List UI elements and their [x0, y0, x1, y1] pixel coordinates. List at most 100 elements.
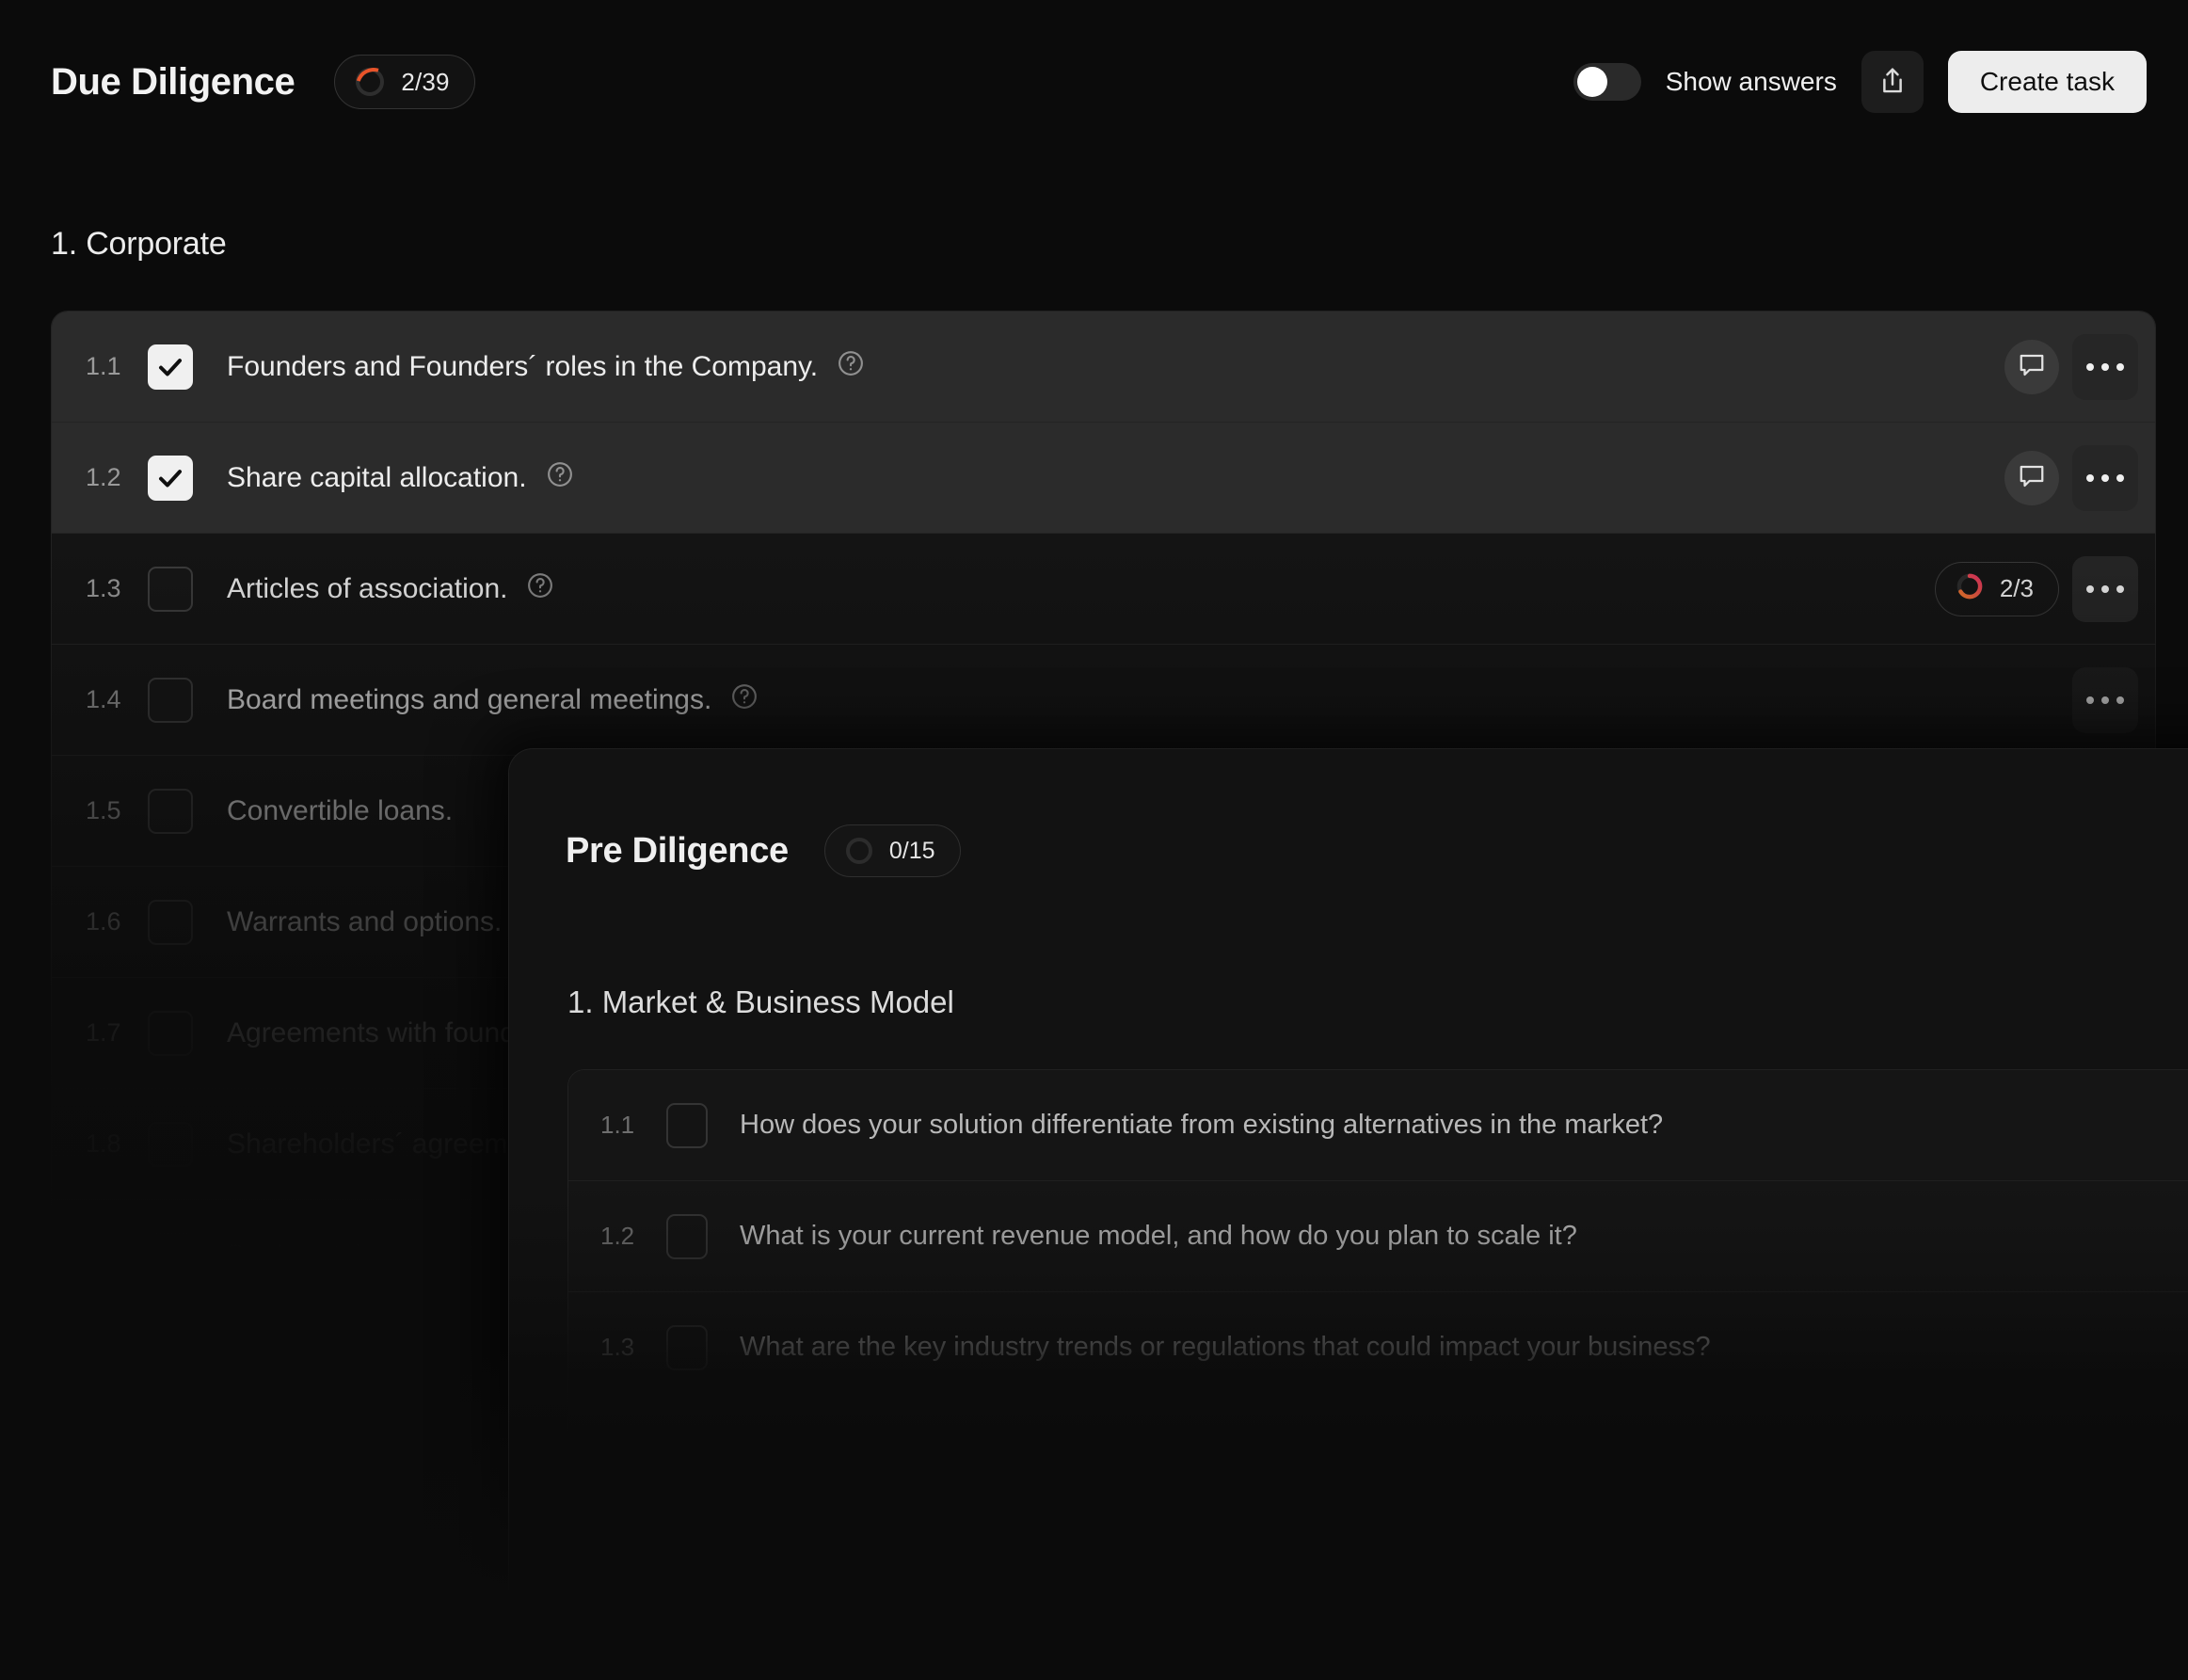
table-row[interactable]: 1.4 Can you provide an overview of your …: [568, 1403, 2188, 1514]
row-number: 1.1: [86, 352, 148, 381]
section-title-corporate: 1. Corporate: [51, 226, 227, 263]
app-root: Due Diligence 2/39 Show answers Create t: [0, 0, 2188, 1680]
row-number: 1.5: [86, 796, 148, 825]
help-circle-icon[interactable]: [526, 571, 554, 607]
row-label: Can you provide an overview of your targ…: [740, 1443, 1676, 1474]
row-checkbox[interactable]: [666, 1325, 708, 1370]
row-number: 1.9: [86, 1241, 148, 1271]
table-row[interactable]: 1.2 What is your current revenue model, …: [568, 1181, 2188, 1292]
section-title-ip-rights: 2. IP Rights: [51, 1416, 214, 1453]
comment-bubble-icon: [2018, 463, 2046, 492]
table-row[interactable]: 1.3 What are the key industry trends or …: [568, 1292, 2188, 1403]
progress-ring-empty-icon: [846, 838, 872, 864]
row-label: Board meetings and general meetings.: [227, 684, 711, 716]
dot: [2116, 363, 2124, 371]
table-row[interactable]: 1.3 Articles of association.: [52, 534, 2155, 645]
row-number: 1.7: [86, 1018, 148, 1048]
dot: [2101, 363, 2109, 371]
table-row[interactable]: 1.1 Founders and Founders´ roles in the …: [52, 312, 2155, 423]
row-more-button[interactable]: [2072, 667, 2138, 733]
comment-button[interactable]: [2004, 451, 2059, 505]
table-row[interactable]: 1.4 Board meetings and general meetings.: [52, 645, 2155, 756]
row-label: What are the key industry trends or regu…: [740, 1332, 1711, 1363]
row-label-wrap: Articles of association.: [227, 571, 554, 607]
row-number: 1.4: [86, 685, 148, 714]
share-icon: [1878, 66, 1907, 99]
page-header: Due Diligence 2/39 Show answers Create t: [51, 45, 2147, 119]
pre-diligence-checklist: 1.1 How does your solution differentiate…: [567, 1069, 2188, 1515]
row-checkbox[interactable]: [148, 456, 193, 501]
row-label-wrap: Bankruptcies and other.: [227, 1240, 523, 1272]
row-label: What is your current revenue model, and …: [740, 1221, 1577, 1252]
help-circle-icon[interactable]: [837, 349, 865, 385]
row-label: Bankruptcies and other.: [227, 1240, 523, 1272]
header-controls: Show answers Create task: [1573, 51, 2147, 113]
page-title: Due Diligence: [51, 61, 295, 104]
progress-ring-icon: [356, 68, 384, 96]
row-number: 1.4: [600, 1444, 666, 1473]
progress-count: 2/39: [401, 68, 449, 97]
row-checkbox[interactable]: [148, 678, 193, 723]
table-row[interactable]: 1.1 How does your solution differentiate…: [568, 1070, 2188, 1181]
row-actions: [2004, 445, 2155, 511]
progress-badge: 2/39: [334, 55, 474, 109]
subtask-progress-ring-icon: [1955, 571, 1985, 606]
pre-diligence-panel: Pre Diligence 0/15 1. Market & Business …: [508, 748, 2188, 1680]
create-task-button[interactable]: Create task: [1948, 51, 2147, 113]
row-checkbox[interactable]: [666, 1436, 708, 1481]
row-more-button[interactable]: [2072, 445, 2138, 511]
pre-diligence-progress-badge: 0/15: [824, 824, 961, 877]
row-checkbox[interactable]: [148, 344, 193, 390]
row-number: 1.3: [86, 574, 148, 603]
row-more-button[interactable]: [2072, 334, 2138, 400]
pre-diligence-section-title: 1. Market & Business Model: [567, 984, 954, 1020]
row-number: 1.2: [86, 463, 148, 492]
help-circle-icon[interactable]: [546, 460, 574, 496]
row-actions: 2/3: [1935, 556, 2155, 622]
dot: [2086, 696, 2094, 704]
row-checkbox[interactable]: [148, 900, 193, 945]
row-more-button[interactable]: [2072, 556, 2138, 622]
toggle-knob: [1577, 67, 1607, 97]
row-label-wrap: Shareholders´ agreement.: [227, 1128, 555, 1160]
subtask-progress-badge[interactable]: 2/3: [1935, 562, 2059, 616]
comment-button[interactable]: [2004, 340, 2059, 394]
row-label: Warrants and options.: [227, 906, 502, 938]
comment-bubble-icon: [2018, 352, 2046, 381]
row-label: Founders and Founders´ roles in the Comp…: [227, 351, 818, 383]
dot: [2101, 696, 2109, 704]
dot: [2101, 474, 2109, 482]
row-checkbox[interactable]: [666, 1103, 708, 1148]
row-number: 1.3: [600, 1333, 666, 1362]
row-label: Shareholders´ agreement.: [227, 1128, 555, 1160]
pre-diligence-header: Pre Diligence 0/15: [566, 824, 961, 877]
dot: [2086, 363, 2094, 371]
share-button[interactable]: [1861, 51, 1924, 113]
help-circle-icon[interactable]: [730, 682, 759, 718]
dot: [2101, 585, 2109, 593]
row-number: 1.6: [86, 907, 148, 936]
pre-diligence-title: Pre Diligence: [566, 831, 789, 872]
row-checkbox[interactable]: [148, 567, 193, 612]
row-label: Convertible loans.: [227, 795, 453, 827]
row-label: Share capital allocation.: [227, 462, 527, 494]
row-label-wrap: Warrants and options.: [227, 906, 502, 938]
row-checkbox[interactable]: [148, 1011, 193, 1056]
row-label-wrap: Share capital allocation.: [227, 460, 574, 496]
row-checkbox[interactable]: [148, 789, 193, 834]
show-answers-toggle[interactable]: [1573, 63, 1641, 101]
dot: [2116, 696, 2124, 704]
row-checkbox[interactable]: [666, 1214, 708, 1259]
row-label-wrap: Founders and Founders´ roles in the Comp…: [227, 349, 865, 385]
dot: [2116, 585, 2124, 593]
row-label-wrap: Board meetings and general meetings.: [227, 682, 759, 718]
row-actions: [2072, 667, 2155, 733]
row-checkbox[interactable]: [148, 1233, 193, 1278]
row-label: How does your solution differentiate fro…: [740, 1110, 1663, 1141]
dot: [2116, 474, 2124, 482]
table-row[interactable]: 1.2 Share capital allocation.: [52, 423, 2155, 534]
row-label: Articles of association.: [227, 573, 507, 605]
row-checkbox[interactable]: [148, 1122, 193, 1167]
dot: [2086, 585, 2094, 593]
row-actions: [2004, 334, 2155, 400]
